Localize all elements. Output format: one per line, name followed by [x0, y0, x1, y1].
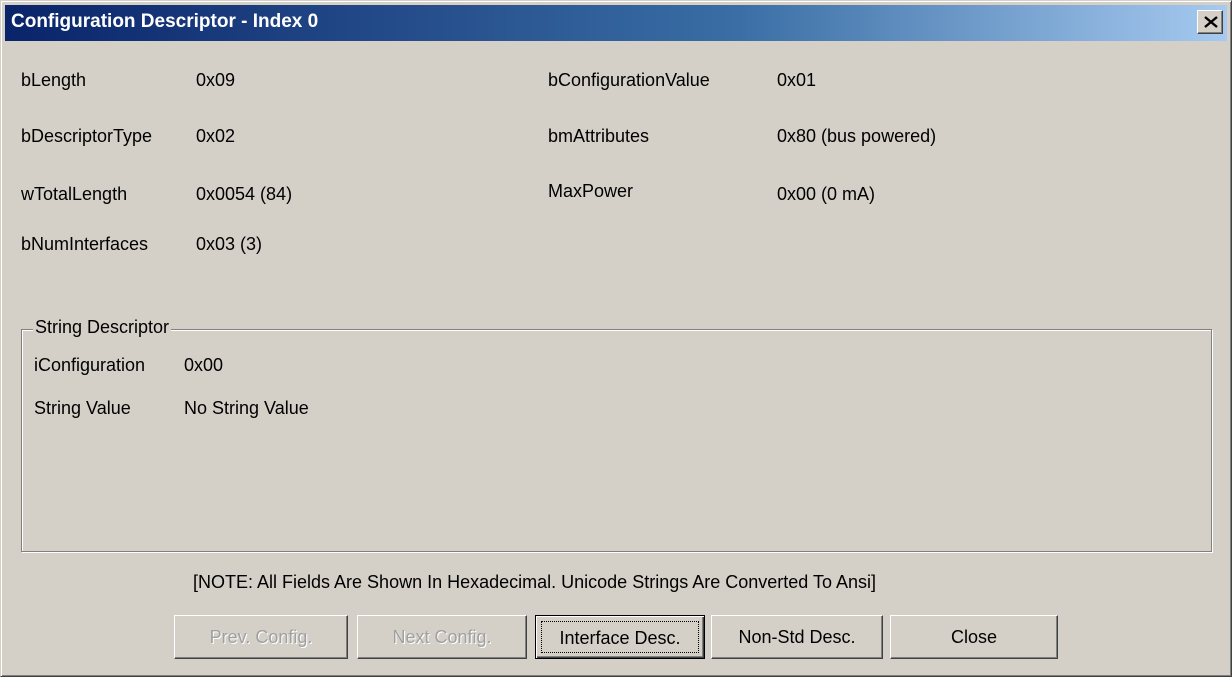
field-value-bconfigurationvalue: 0x01: [777, 70, 817, 90]
close-button[interactable]: Close: [890, 615, 1058, 659]
string-value-label: String Value: [34, 398, 131, 418]
field-value-wtotallength: 0x0054 (84): [196, 184, 293, 204]
field-value-blength: 0x09: [196, 70, 236, 90]
field-value-bmattributes: 0x80 (bus powered): [777, 126, 937, 146]
iconfiguration-value: 0x00: [184, 355, 224, 375]
title-bar[interactable]: Configuration Descriptor - Index 0: [5, 5, 1227, 41]
interface-desc-button[interactable]: Interface Desc.: [535, 615, 705, 659]
config-descriptor-dialog: Configuration Descriptor - Index 0 bLeng…: [0, 0, 1232, 677]
field-label-bnuminterfaces: bNumInterfaces: [21, 234, 149, 254]
field-label-bconfigurationvalue: bConfigurationValue: [548, 70, 710, 90]
field-label-bdescriptortype: bDescriptorType: [21, 126, 153, 146]
iconfiguration-label: iConfiguration: [34, 355, 146, 375]
field-value-bnuminterfaces: 0x03 (3): [196, 234, 263, 254]
string-descriptor-legend: String Descriptor: [33, 317, 172, 338]
prev-config-button[interactable]: Prev. Config.: [174, 615, 348, 659]
non-std-desc-button[interactable]: Non-Std Desc.: [711, 615, 883, 659]
field-value-bdescriptortype: 0x02: [196, 126, 236, 146]
field-label-maxpower: MaxPower: [548, 181, 634, 201]
window-title: Configuration Descriptor - Index 0: [11, 11, 319, 32]
field-label-bmattributes: bmAttributes: [548, 126, 650, 146]
field-value-maxpower: 0x00 (0 mA): [777, 184, 876, 204]
field-label-blength: bLength: [21, 70, 87, 90]
next-config-button[interactable]: Next Config.: [357, 615, 527, 659]
interface-desc-label: Interface Desc.: [541, 621, 699, 653]
string-value-value: No String Value: [184, 398, 309, 418]
close-window-button[interactable]: [1197, 10, 1223, 34]
field-label-wtotallength: wTotalLength: [21, 184, 128, 204]
hex-note: [NOTE: All Fields Are Shown In Hexadecim…: [193, 572, 876, 592]
